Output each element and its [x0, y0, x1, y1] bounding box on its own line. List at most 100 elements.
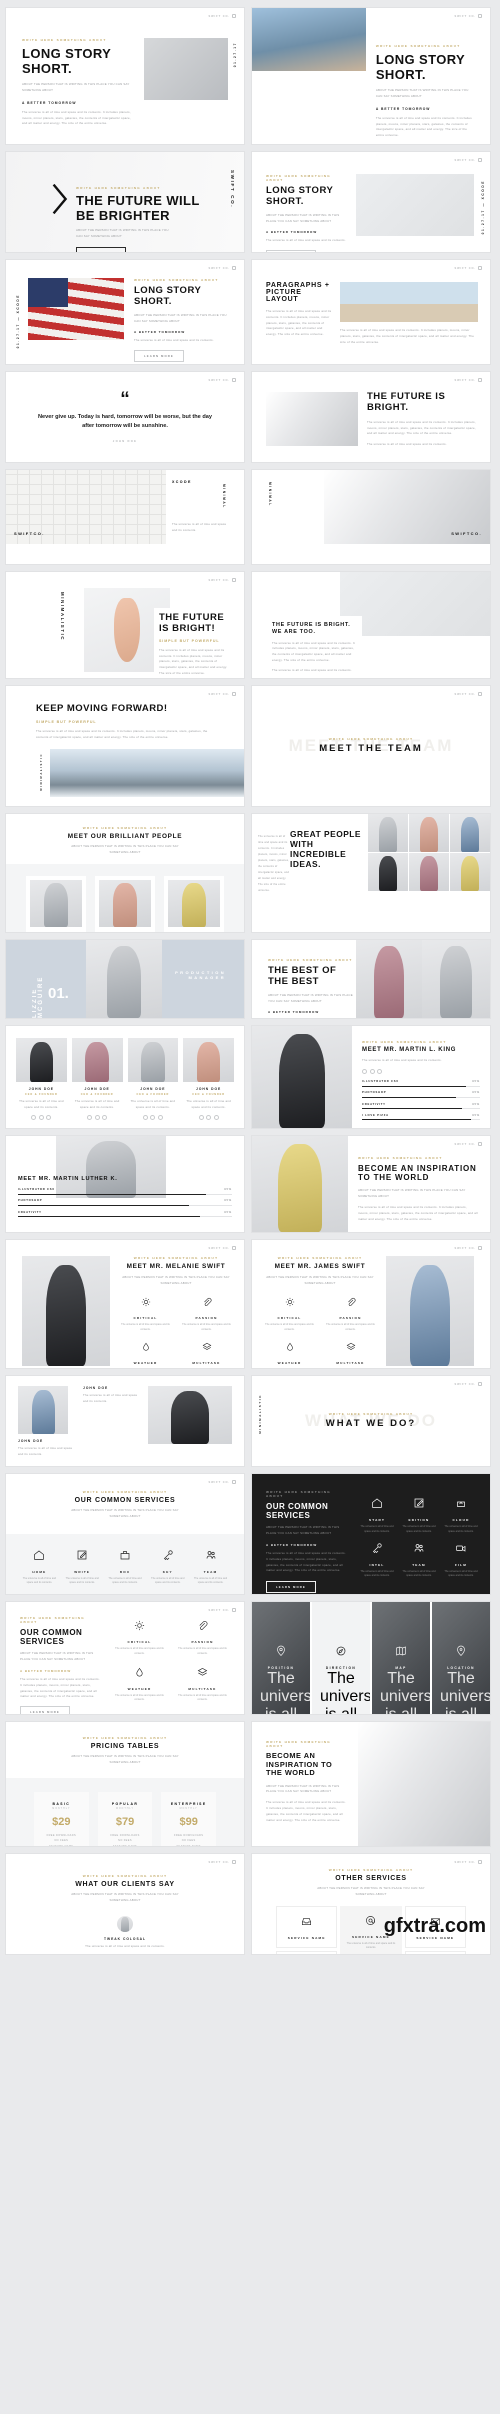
location-column[interactable]: DIRECTION The universe is all of time an… — [312, 1602, 370, 1714]
learn-more-button[interactable]: LEARN MORE — [266, 1581, 316, 1594]
brand-logo: SWIFT CO. — [209, 1608, 236, 1612]
location-column[interactable]: MAP The universe is all of time and spac… — [372, 1602, 430, 1714]
slide-martin-king[interactable]: WRITE HERE SOMETHING ABOUT MEET MR. MART… — [252, 1026, 490, 1128]
social-links[interactable] — [72, 1114, 123, 1120]
other-service-cloud[interactable]: SERVICE NAME — [276, 1950, 338, 1954]
team-card[interactable]: JOHN DOE CEO & FOUNDER The universe is a… — [127, 1038, 179, 1120]
slide-arch-xcode[interactable]: MINIMAL SWIFTCO. — [252, 470, 490, 564]
social-links[interactable] — [128, 1114, 179, 1120]
service-write[interactable]: WRITE The universe is all of time and sp… — [63, 1548, 102, 1587]
slide-martin-luther[interactable]: MEET MR. MARTIN LUTHER K. ILLUSTRATOR CS… — [6, 1136, 244, 1232]
service-desc: The universe is all of time and space an… — [115, 1693, 164, 1702]
slide-image-map: SWIFTCO. — [6, 470, 166, 544]
pricing-card-popular[interactable]: POPULAR MONTHLY $79 FREE DOWNLOADS NO FE… — [97, 1791, 153, 1846]
service-start[interactable]: START The universe is all of time and sp… — [358, 1496, 396, 1535]
service-critical[interactable]: CRITICAL The universe is all of time and… — [110, 1618, 169, 1657]
slide-great-people[interactable]: The universe is all of time and space an… — [252, 814, 490, 932]
service-passion[interactable]: PASSION The universe is all of time and … — [173, 1618, 232, 1657]
service-edu[interactable]: EDU The universe is all of time and spac… — [110, 1711, 169, 1714]
slide-title: MEET OUR BRILLIANT PEOPLE — [67, 833, 183, 840]
slide-two-photos[interactable]: JOHN DOE The universe is all of time and… — [6, 1376, 244, 1466]
social-links[interactable] — [183, 1114, 234, 1120]
slide-long-story-flag[interactable]: SWIFT CO. 01.27.17 — XCODE WRITE HERE SO… — [6, 260, 244, 364]
brand-vertical: SWIFT CO. — [230, 170, 235, 209]
other-service-laptop[interactable]: SERVICE NAME — [404, 1950, 466, 1954]
slide-meet-the-team[interactable]: SWIFT CO. MEET THE TEAM WRITE HERE SOMET… — [252, 686, 490, 806]
pricing-card-enterprise[interactable]: ENTERPRISE MONTHLY $99 FREE DOWNLOADS NO… — [161, 1791, 217, 1846]
service-vision[interactable]: VISION The universe is all of time and s… — [173, 1711, 232, 1714]
service-cloud[interactable]: CLOUD The universe is all of time and sp… — [442, 1496, 480, 1535]
paragraph: The universe is all of time and space an… — [20, 1677, 100, 1699]
slide-long-story-3[interactable]: SWIFT CO. WRITE HERE SOMETHING ABOUT LON… — [252, 152, 490, 252]
learn-more-button[interactable]: LEARN MORE — [20, 1706, 70, 1714]
team-card[interactable]: JOHN DOE CEO & FOUNDER The universe is a… — [183, 1038, 234, 1120]
team-card[interactable]: JOHN DOE The universe is all of time and… — [26, 875, 86, 932]
slide-other-services[interactable]: SWIFT CO. WRITE HERE SOMETHING ABOUT OTH… — [252, 1854, 490, 1954]
service-box[interactable]: BOX The universe is all of time and spac… — [106, 1548, 145, 1587]
slide-brilliant-people[interactable]: WRITE HERE SOMETHING ABOUT MEET OUR BRIL… — [6, 814, 244, 932]
facebook-icon — [198, 1114, 204, 1120]
service-multitask[interactable]: MULTITASK The universe is all of time an… — [173, 1665, 232, 1704]
pricing-card-basic[interactable]: BASIC MONTHLY $29 FREE DOWNLOADS NO FEES… — [34, 1791, 89, 1846]
slide-pricing[interactable]: WRITE HERE SOMETHING ABOUT PRICING TABLE… — [6, 1722, 244, 1846]
paragraph: The universe is all of time and space an… — [159, 647, 228, 676]
learn-more-button[interactable]: LEARN MORE — [266, 250, 316, 252]
paragraph: The universe is all of time and space an… — [36, 728, 208, 739]
slide-james[interactable]: SWIFT CO. WRITE HERE SOMETHING ABOUT MEE… — [252, 1240, 490, 1368]
slide-services-dark[interactable]: WRITE HERE SOMETHING ABOUT OUR COMMON SE… — [252, 1474, 490, 1594]
slide-best-of-best[interactable]: SWIFT CO. WRITE HERE SOMETHING ABOUT THE… — [252, 940, 490, 1018]
slide-paragraphs-picture[interactable]: SWIFT CO. PARAGRAPHS + PICTURE LAYOUT Th… — [252, 260, 490, 364]
team-card[interactable]: JOHN DOE The universe is all of time and… — [95, 875, 155, 932]
slide-what-we-do[interactable]: SWIFT CO. MINIMALISTIC WHAT WE DO WRITE … — [252, 1376, 490, 1466]
eyebrow: WRITE HERE SOMETHING ABOUT — [22, 38, 107, 42]
slide-services-grid[interactable]: SWIFT CO. WRITE HERE SOMETHING ABOUT OUR… — [6, 1602, 244, 1714]
service-intel[interactable]: INTEL The universe is all of time and sp… — [358, 1541, 396, 1580]
gear-icon — [141, 1298, 150, 1307]
gallery-photo — [409, 853, 449, 891]
team-card[interactable]: JOHN DOE CEO & FOUNDER The universe is a… — [71, 1038, 123, 1120]
service-edition[interactable]: EDITION The universe is all of time and … — [400, 1496, 438, 1535]
service-key[interactable]: KEY The universe is all of time and spac… — [148, 1548, 187, 1587]
slide-image — [340, 572, 490, 636]
learn-more-button[interactable]: LEARN MORE — [76, 246, 126, 252]
location-column[interactable]: LOCATION The universe is all of time and… — [432, 1602, 490, 1714]
slide-future-bright[interactable]: SWIFT CO. THE FUTURE IS BRIGHT. The univ… — [252, 372, 490, 462]
at-icon — [366, 1915, 376, 1925]
gear-icon — [285, 1298, 294, 1307]
slide-melanie[interactable]: SWIFT CO. WRITE HERE SOMETHING ABOUT MEE… — [6, 1240, 244, 1368]
slide-long-story-1[interactable]: SWIFT CO. WRITE HERE SOMETHING ABOUT LON… — [6, 8, 244, 144]
slide-long-story-2[interactable]: SWIFT CO. WRITE HERE SOMETHING ABOUT LON… — [252, 8, 490, 144]
social-links[interactable] — [362, 1069, 480, 1074]
skill-value: 95% — [472, 1113, 480, 1117]
location-column[interactable]: POSITION The universe is all of time and… — [252, 1602, 310, 1714]
slide-clients[interactable]: SWIFT CO. WRITE HERE SOMETHING ABOUT WHA… — [6, 1854, 244, 1954]
slide-keep-moving[interactable]: SWIFT CO. KEEP MOVING FORWARD! SIMPLE BU… — [6, 686, 244, 806]
other-service-inbox[interactable]: SERVICE NAME — [276, 1905, 338, 1948]
slide-the-future[interactable]: SWIFT CO. WRITE HERE SOMETHING ABOUT THE… — [6, 152, 244, 252]
slide-lizzie[interactable]: LIZZIE MCGUIRE 01. PRODUCTION MANAGER — [6, 940, 244, 1018]
feature-weather: WEATHER The universe is all of time and … — [262, 1339, 317, 1368]
slide-quote[interactable]: SWIFT CO. “ Never give up. Today is hard… — [6, 372, 244, 462]
service-weather[interactable]: WEATHER The universe is all of time and … — [110, 1665, 169, 1704]
learn-more-button[interactable]: LEARN MORE — [134, 350, 184, 363]
slide-services-light[interactable]: SWIFT CO. WRITE HERE SOMETHING ABOUT OUR… — [6, 1474, 244, 1594]
team-card[interactable]: JOHN DOE The universe is all of time and… — [164, 875, 224, 932]
slide-team-cards[interactable]: JOHN DOE CEO & FOUNDER The universe is a… — [6, 1026, 244, 1128]
plan-price: $29 — [52, 1815, 71, 1828]
social-links[interactable] — [16, 1114, 67, 1120]
slide-we-are-too[interactable]: THE FUTURE IS BRIGHT. WE ARE TOO. The un… — [252, 572, 490, 678]
eyebrow: WRITE HERE SOMETHING ABOUT — [328, 1412, 414, 1417]
service-team[interactable]: TEAM The universe is all of time and spa… — [400, 1541, 438, 1580]
slide-inspiration-2[interactable]: WRITE HERE SOMETHING ABOUT BECOME AN INS… — [252, 1722, 490, 1846]
slide-future-bright-2[interactable]: SWIFT CO. MINIMALISTIC THE FUTURE IS BRI… — [6, 572, 244, 678]
team-card[interactable]: JOHN DOE CEO & FOUNDER The universe is a… — [16, 1038, 67, 1120]
slide-location-cols[interactable]: POSITION The universe is all of time and… — [252, 1602, 490, 1714]
service-film[interactable]: FILM The universe is all of time and spa… — [442, 1541, 480, 1580]
feature-desc: The universe is all of time and space an… — [326, 1323, 375, 1332]
slide-map-xcode[interactable]: SWIFTCO. XCODE MINIMAL The universe is a… — [6, 470, 244, 564]
slide-inspiration-1[interactable]: SWIFT CO. WRITE HERE SOMETHING ABOUT BEC… — [252, 1136, 490, 1232]
service-home[interactable]: HOME The universe is all of time and spa… — [20, 1548, 59, 1587]
watermark: gfxtra.com — [383, 1915, 486, 1937]
service-label: INTEL — [369, 1562, 385, 1567]
service-team[interactable]: TEAM The universe is all of time and spa… — [191, 1548, 230, 1587]
